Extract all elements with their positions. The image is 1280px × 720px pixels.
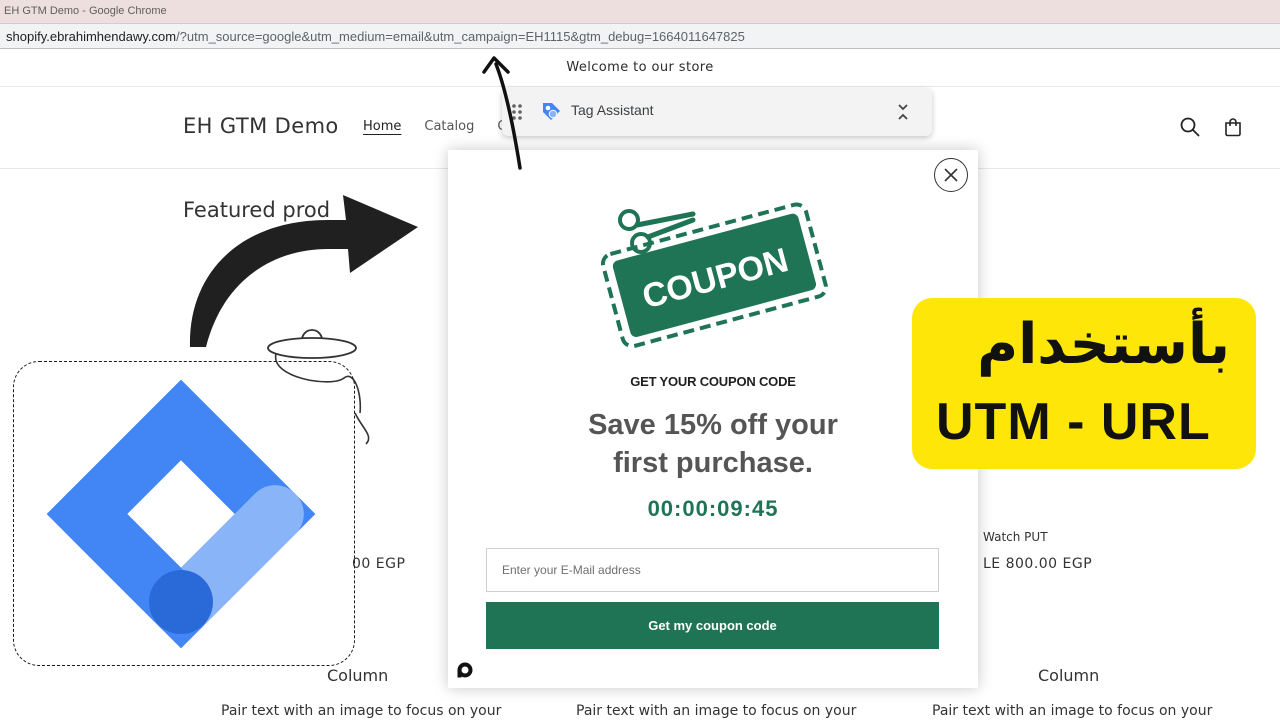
search-icon[interactable] [1178,115,1202,139]
utm-url-caption: UTM - URL [936,393,1211,451]
screen: EH GTM Demo - Google Chrome shopify.ebra… [0,0,1280,720]
email-field[interactable] [486,548,939,592]
countdown-timer: 00:00:09:45 [647,496,779,521]
cart-icon[interactable] [1221,115,1245,139]
tag-assistant-bar[interactable]: Tag Assistant [502,88,932,136]
column-title: Column [327,666,389,685]
product-left-price: 00 EGP [352,556,406,572]
nav-home[interactable]: Home [363,119,401,134]
product-right-price: LE 800.00 EGP [983,556,1093,572]
tag-assistant-label: Tag Assistant [571,102,654,118]
store-logo-text[interactable]: EH GTM Demo [183,114,339,138]
window-title: EH GTM Demo - Google Chrome [0,0,1280,23]
popup-headline: Save 15% off your first purchase. [448,406,978,482]
url-host: shopify.ebrahimhendawy.com [6,29,177,44]
announcement-bar: Welcome to our store [0,49,1280,87]
close-button[interactable] [934,158,968,192]
gtm-logo-frame [13,361,355,666]
widget-badge[interactable] [454,659,476,681]
tag-assistant-icon [543,103,560,120]
address-bar[interactable]: shopify.ebrahimhendawy.com/?utm_source=g… [0,23,1280,49]
gtm-logo-icon [47,380,315,648]
column-title: Column [1038,666,1100,685]
popup-pretitle: GET YOUR COUPON CODE [630,374,796,389]
highlight-label: بأستخدام UTM - URL [912,298,1256,469]
nav-catalog[interactable]: Catalog [424,119,474,134]
get-coupon-button[interactable]: Get my coupon code [486,602,939,649]
collapse-icon[interactable] [896,102,910,122]
headline-line-1: Save 15% off your [588,409,838,441]
headline-line-2: first purchase. [613,447,813,479]
url-query: /?utm_source=google&utm_medium=email&utm… [176,29,745,44]
close-icon [944,168,958,182]
coupon-popup: COUPON GET YOUR COUPON CODE Save 15% off… [448,150,978,688]
url-text[interactable]: shopify.ebrahimhendawy.com/?utm_source=g… [6,29,745,44]
coupon-illustration: COUPON [600,202,828,349]
column-text: Pair text with an image to focus on your [576,703,857,719]
curved-arrow-icon [189,195,418,347]
column-text: Pair text with an image to focus on your [221,703,502,719]
product-right-name[interactable]: Watch PUT [983,530,1048,544]
thin-arrow-icon [482,56,522,170]
arabic-caption: بأستخدام [977,312,1230,377]
chat-bubble-icon [457,662,473,678]
column-text: Pair text with an image to focus on your [932,703,1213,719]
